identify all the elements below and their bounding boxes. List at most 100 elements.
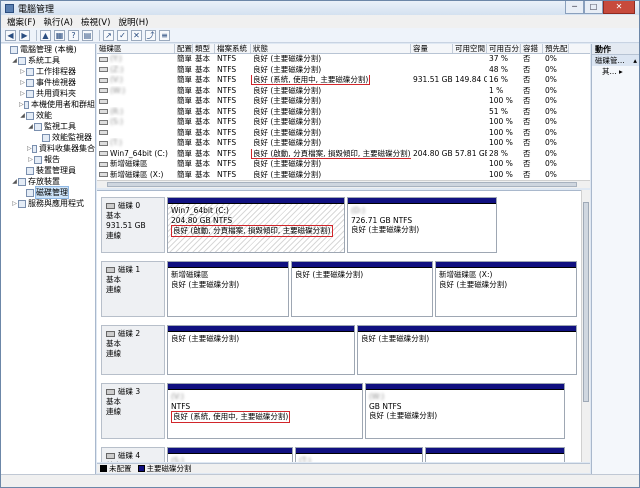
connect-icon[interactable]: ↗	[103, 29, 114, 41]
disk-name-line: 磁碟 3	[106, 387, 160, 397]
tree-item[interactable]: 裝置管理員	[1, 165, 95, 176]
volume-cell-layout: 簡單	[175, 170, 193, 181]
disk-state: 連線	[106, 349, 121, 358]
menu-file[interactable]: 檔案(F)	[7, 16, 36, 28]
tree-item[interactable]: ◢ 系統工具	[1, 55, 95, 66]
partition[interactable]: 良好 (主要磁碟分割)	[291, 261, 433, 317]
help-icon[interactable]: ?	[68, 29, 79, 41]
tree-item[interactable]: ◢ 監視工具	[1, 121, 95, 132]
menu-action[interactable]: 執行(A)	[44, 16, 73, 28]
tree-item[interactable]: ◢ 效能	[1, 110, 95, 121]
close-button[interactable]: ✕	[603, 1, 635, 14]
expand-arrow-icon[interactable]: ▷	[19, 77, 26, 88]
column-header[interactable]: 預先配置	[543, 44, 569, 53]
menu-help[interactable]: 說明(H)	[118, 16, 148, 28]
tree-item[interactable]: ▷ 報告	[1, 154, 95, 165]
tree-item[interactable]: ▷ 服務與應用程式	[1, 198, 95, 209]
scrollbar-thumb[interactable]	[107, 182, 577, 187]
expand-arrow-icon[interactable]: ◢	[19, 110, 26, 121]
up-folder-icon[interactable]: ▲	[40, 29, 51, 41]
partition[interactable]: (D:) 726.71 GB NTFS 良好 (主要磁碟分割)	[347, 197, 497, 253]
partition[interactable]: (V:) NTFS 良好 (系統, 使用中, 主要磁碟分割)	[167, 383, 363, 439]
collapse-icon[interactable]: ▴	[633, 55, 637, 66]
volume-ovh: 0%	[545, 138, 557, 147]
menu-view[interactable]: 檢視(V)	[81, 16, 110, 28]
volume-row[interactable]: (V:) 簡單 基本 NTFS 良好 (系統, 使用中, 主要磁碟分割) 931.51 G…	[97, 75, 590, 86]
volume-row[interactable]: (R:) 簡單 基本 NTFS 良好 (主要磁碟分割) 51 % 否 0%	[97, 107, 590, 118]
expand-arrow-icon[interactable]: ◢	[11, 176, 18, 187]
expand-arrow-icon[interactable]: ◢	[27, 121, 34, 132]
minimize-button[interactable]: ─	[565, 1, 584, 14]
column-header[interactable]: 檔案系統	[215, 44, 251, 53]
volume-row[interactable]: 簡單 基本 NTFS 良好 (主要磁碟分割) 100 % 否 0%	[97, 128, 590, 139]
partition[interactable]: 新增磁碟區 良好 (主要磁碟分割)	[167, 261, 289, 317]
partition[interactable]: 新增磁碟區 (X:) 良好 (主要磁碟分割)	[435, 261, 577, 317]
disk-label[interactable]: 磁碟 0 基本 931.51 GB 連線	[101, 197, 165, 253]
partition-body: (S:)	[168, 454, 292, 462]
partition[interactable]: Win7_64bit (C:) 204.80 GB NTFS 良好 (啟動, 分頁檔…	[167, 197, 345, 253]
volume-row[interactable]: 簡單 基本 NTFS 良好 (主要磁碟分割) 100 % 否 0%	[97, 96, 590, 107]
column-header[interactable]: 可用空間	[453, 44, 487, 53]
volume-row[interactable]: 新增磁碟區 簡單 基本 NTFS 良好 (主要磁碟分割) 100 % 否 0%	[97, 159, 590, 170]
list-view-icon[interactable]: ≡	[159, 29, 170, 41]
disk-label[interactable]: 磁碟 3 基本 連線	[101, 383, 165, 439]
column-header[interactable]: 磁碟區	[97, 44, 175, 53]
tree-item[interactable]: 磁碟管理	[1, 186, 95, 199]
volume-status: 良好 (主要磁碟分割)	[253, 138, 322, 147]
volume-row[interactable]: (W:) 簡單 基本 NTFS 良好 (主要磁碟分割) 1 % 否 0%	[97, 86, 590, 97]
checkmark-icon[interactable]: ✓	[117, 29, 128, 41]
partition[interactable]: (S:)	[167, 447, 293, 462]
partition[interactable]: (W:) GB NTFS 良好 (主要磁碟分割)	[365, 383, 565, 439]
export-icon[interactable]: ⤴	[145, 29, 156, 41]
disk-label[interactable]: 磁碟 2 基本 連線	[101, 325, 165, 375]
forward-icon[interactable]: ▶	[19, 29, 30, 41]
volume-row[interactable]: Win7_64bit (C:) 簡單 基本 NTFS 良好 (啟動, 分頁檔案, 損毀傾…	[97, 148, 590, 160]
partition[interactable]: 良好 (主要磁碟分割)	[167, 325, 355, 375]
volume-row[interactable]: (T:) 簡單 基本 NTFS 良好 (主要磁碟分割) 100 % 否 0%	[97, 138, 590, 149]
actions-section-disk-management[interactable]: 磁碟管... ▴	[592, 55, 639, 66]
volume-row[interactable]: 新增磁碟區 (X:) 簡單 基本 NTFS 良好 (主要磁碟分割) 100 % 否 0%	[97, 170, 590, 181]
tree-item[interactable]: ▷ 本機使用者和群組	[1, 99, 95, 110]
volume-row[interactable]: (Z:) 簡單 基本 NTFS 良好 (主要磁碟分割) 48 % 否 0%	[97, 65, 590, 76]
column-header[interactable]: 容錯	[521, 44, 543, 53]
tree-item[interactable]: 電腦管理 (本機)	[1, 44, 95, 55]
maximize-button[interactable]: □	[584, 1, 603, 14]
expand-arrow-icon[interactable]: ▷	[27, 154, 34, 165]
tree-item[interactable]: 效能監視器	[1, 132, 95, 143]
scrollbar-thumb[interactable]	[583, 202, 589, 402]
column-header[interactable]: 可用百分比	[487, 44, 521, 53]
properties-icon[interactable]: ▤	[82, 29, 93, 41]
expand-arrow-icon[interactable]: ▷	[11, 198, 18, 209]
volume-list-horizontal-scrollbar[interactable]	[97, 180, 590, 188]
volume-row[interactable]: (Y:) 簡單 基本 NTFS 良好 (主要磁碟分割) 37 % 否 0%	[97, 54, 590, 65]
disk-label[interactable]: 磁碟 1 基本 連線	[101, 261, 165, 317]
partition-body: 新增磁碟區 (X:) 良好 (主要磁碟分割)	[436, 268, 576, 291]
partition[interactable]: (T:)	[295, 447, 423, 462]
volume-cell-name: (T:)	[97, 138, 175, 149]
column-header[interactable]: 狀態	[251, 44, 411, 53]
tree-item[interactable]: ▷ 資料收集器集合	[1, 143, 95, 154]
volume-cell-pct: 48 %	[487, 65, 521, 76]
primary-partition-swatch	[137, 465, 145, 472]
tree-item[interactable]: ▷ 共用資料夾	[1, 88, 95, 99]
volume-cell-fs: NTFS	[215, 149, 251, 160]
column-header[interactable]: 類型	[193, 44, 215, 53]
back-icon[interactable]: ◀	[5, 29, 16, 41]
expand-arrow-icon[interactable]: ▷	[19, 66, 26, 77]
volume-row[interactable]: (S:) 簡單 基本 NTFS 良好 (主要磁碟分割) 100 % 否 0%	[97, 117, 590, 128]
partition[interactable]: 良好 (主要磁碟分割)	[357, 325, 577, 375]
show-hide-tree-icon[interactable]: ▦	[54, 29, 65, 41]
expand-arrow-icon[interactable]: ◢	[11, 55, 18, 66]
expand-arrow-icon[interactable]: ▷	[19, 88, 26, 99]
tree-item[interactable]: ▷ 事件檢視器	[1, 77, 95, 88]
actions-more[interactable]: 其... ▸	[592, 66, 639, 77]
disk-view-vertical-scrollbar[interactable]	[581, 190, 590, 462]
tree-item[interactable]: ◢ 存放裝置	[1, 176, 95, 187]
partition[interactable]	[425, 447, 565, 462]
column-header[interactable]: 容量	[411, 44, 453, 53]
disk-label[interactable]: 磁碟 4基本	[101, 447, 165, 462]
volume-status: 良好 (主要磁碟分割)	[253, 127, 322, 137]
tree-item[interactable]: ▷ 工作排程器	[1, 66, 95, 77]
column-header[interactable]: 配置	[175, 44, 193, 53]
delete-icon[interactable]: ✕	[131, 29, 142, 41]
